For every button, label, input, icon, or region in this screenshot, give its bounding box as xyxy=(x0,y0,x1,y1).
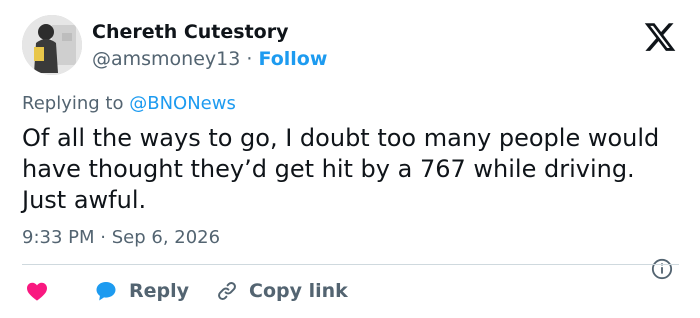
tweet-text: Of all the ways to go, I doubt too many … xyxy=(22,124,660,214)
x-logo[interactable] xyxy=(641,20,679,54)
follow-button[interactable]: Follow xyxy=(258,48,327,70)
tweet-date: Sep 6, 2026 xyxy=(111,227,221,248)
divider xyxy=(22,264,679,265)
replying-prefix: Replying to xyxy=(22,93,124,114)
action-bar: Reply Copy link xyxy=(22,277,682,305)
author-handle-row: @amsmoney13 · Follow xyxy=(92,47,327,71)
tweet-card: Chereth Cutestory @amsmoney13 · Follow R… xyxy=(0,0,700,318)
replying-to: Replying to @BNONews xyxy=(22,93,236,115)
reply-mention-link[interactable]: @BNONews xyxy=(129,93,236,114)
author-name[interactable]: Chereth Cutestory xyxy=(92,20,288,44)
tweet-timestamp[interactable]: 9:33 PM · Sep 6, 2026 xyxy=(22,227,220,249)
heart-icon xyxy=(27,282,47,301)
reply-label: Reply xyxy=(129,280,190,302)
avatar-image xyxy=(22,15,82,75)
link-icon xyxy=(218,282,236,300)
author-handle[interactable]: @amsmoney13 xyxy=(92,48,240,70)
tweet-time: 9:33 PM xyxy=(22,227,95,248)
copy-link-button[interactable]: Copy link xyxy=(215,277,348,305)
handle-separator: · xyxy=(246,48,253,70)
reply-button[interactable]: Reply xyxy=(93,277,189,305)
date-separator: · xyxy=(100,227,106,248)
reply-bubble-icon xyxy=(96,282,116,301)
avatar[interactable] xyxy=(22,15,82,75)
like-button[interactable] xyxy=(24,277,50,305)
copy-link-label: Copy link xyxy=(249,280,348,302)
